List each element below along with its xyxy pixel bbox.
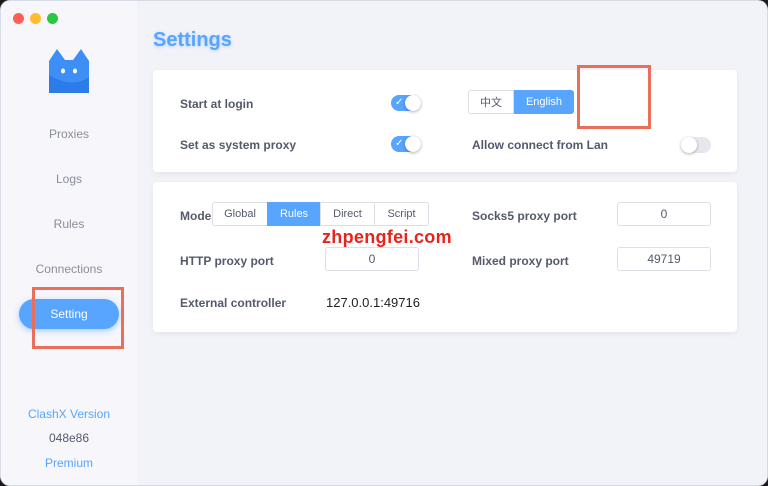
window-minimize-button[interactable]: [30, 13, 41, 24]
allow-lan-toggle[interactable]: [681, 137, 711, 153]
sidebar: Proxies Logs Rules Connections Setting C…: [1, 1, 137, 485]
http-port-label: HTTP proxy port: [180, 254, 274, 268]
socks5-port-input[interactable]: [617, 202, 711, 226]
window-close-button[interactable]: [13, 13, 24, 24]
toggle-knob: [681, 137, 697, 153]
toggle-knob: [405, 136, 421, 152]
system-proxy-label: Set as system proxy: [180, 138, 297, 152]
page-title: Settings: [153, 29, 232, 51]
version-value: 048e86: [48, 431, 90, 445]
socks5-port-label: Socks5 proxy port: [472, 209, 577, 223]
language-option-english[interactable]: English: [514, 90, 574, 114]
app-window: Proxies Logs Rules Connections Setting C…: [0, 0, 768, 486]
start-at-login-toggle[interactable]: ✓: [391, 95, 421, 111]
nav-item-setting[interactable]: Setting: [19, 299, 119, 329]
nav-item-connections[interactable]: Connections: [19, 254, 119, 284]
version-label: ClashX Version: [27, 407, 111, 421]
external-controller-value[interactable]: 127.0.0.1:49716: [326, 295, 420, 310]
start-at-login-label: Start at login: [180, 97, 254, 111]
toggle-knob: [405, 95, 421, 111]
mode-option-global[interactable]: Global: [212, 202, 268, 226]
edition-label: Premium: [44, 456, 93, 470]
mode-label: Mode: [180, 209, 212, 223]
general-settings-card: [153, 70, 737, 172]
mode-option-rules[interactable]: Rules: [267, 202, 321, 226]
mode-option-direct[interactable]: Direct: [320, 202, 375, 226]
allow-lan-label: Allow connect from Lan: [472, 138, 609, 152]
system-proxy-toggle[interactable]: ✓: [391, 136, 421, 152]
check-icon: ✓: [395, 97, 404, 108]
external-controller-label: External controller: [180, 296, 287, 310]
language-option-chinese[interactable]: 中文: [468, 90, 514, 114]
watermark-text: zhpengfei.com: [322, 227, 452, 247]
nav-item-logs[interactable]: Logs: [19, 164, 119, 194]
mixed-port-input[interactable]: [617, 247, 711, 271]
cat-logo-icon: [49, 49, 89, 93]
mode-option-script[interactable]: Script: [374, 202, 429, 226]
nav-item-proxies[interactable]: Proxies: [19, 119, 119, 149]
check-icon: ✓: [395, 138, 404, 149]
window-maximize-button[interactable]: [47, 13, 58, 24]
nav-item-rules[interactable]: Rules: [19, 209, 119, 239]
mixed-port-label: Mixed proxy port: [472, 254, 569, 268]
http-port-input[interactable]: [325, 247, 419, 271]
settings-panel: Settings: [137, 1, 767, 485]
